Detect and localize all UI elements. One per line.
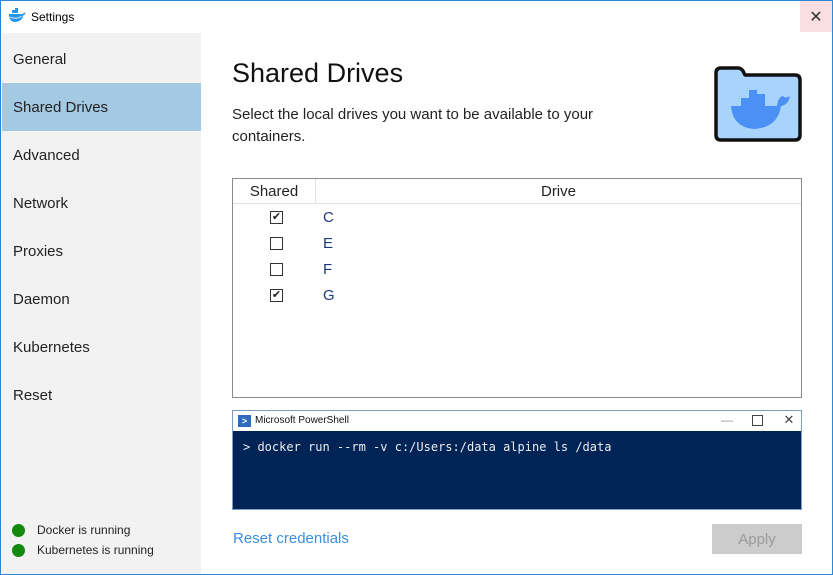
drive-letter: G xyxy=(323,287,335,304)
sidebar-item-daemon[interactable]: Daemon xyxy=(2,275,201,323)
window-title: Settings xyxy=(31,10,75,24)
title-bar: Settings ✕ xyxy=(1,1,832,32)
page-title: Shared Drives xyxy=(232,58,404,88)
apply-button[interactable]: Apply xyxy=(712,524,802,554)
table-row: ✔ G xyxy=(233,283,801,309)
share-checkbox-f[interactable] xyxy=(270,263,283,276)
maximize-icon[interactable] xyxy=(752,415,763,426)
drive-letter: F xyxy=(323,261,333,278)
share-checkbox-c[interactable]: ✔ xyxy=(270,211,283,224)
close-icon[interactable]: ✕ xyxy=(781,412,797,428)
table-row: E xyxy=(233,231,801,257)
sidebar: General Shared Drives Advanced Network P… xyxy=(2,33,201,574)
close-icon: ✕ xyxy=(809,8,823,26)
kubernetes-status: Kubernetes is running xyxy=(12,543,154,557)
column-header-drive[interactable]: Drive xyxy=(316,179,801,204)
shared-drives-table: Shared Drive ✔ C E F ✔ G xyxy=(232,178,802,398)
powershell-command: > docker run --rm -v c:/Users:/data alpi… xyxy=(243,440,612,454)
powershell-window: > Microsoft PowerShell — ✕ > docker run … xyxy=(232,410,802,510)
share-checkbox-e[interactable] xyxy=(270,237,283,250)
sidebar-item-label: Proxies xyxy=(13,242,64,260)
sidebar-item-label: Shared Drives xyxy=(13,98,109,116)
docker-folder-icon xyxy=(714,66,802,142)
drive-letter: E xyxy=(323,235,334,252)
column-header-shared[interactable]: Shared xyxy=(233,179,316,204)
sidebar-item-label: Daemon xyxy=(13,290,70,308)
reset-credentials-link[interactable]: Reset credentials xyxy=(233,530,349,547)
table-header: Shared Drive xyxy=(233,179,801,204)
status-text: Docker is running xyxy=(37,523,131,537)
checkmark-icon: ✔ xyxy=(271,289,282,301)
docker-status: Docker is running xyxy=(12,523,130,537)
sidebar-item-network[interactable]: Network xyxy=(2,179,201,227)
status-dot-icon xyxy=(12,543,25,557)
sidebar-item-advanced[interactable]: Advanced xyxy=(2,131,201,179)
sidebar-item-proxies[interactable]: Proxies xyxy=(2,227,201,275)
page-description: Select the local drives you want to be a… xyxy=(232,106,594,145)
sidebar-item-reset[interactable]: Reset xyxy=(2,371,201,419)
powershell-icon: > xyxy=(238,415,251,427)
sidebar-item-label: Reset xyxy=(13,386,53,404)
sidebar-item-label: Network xyxy=(13,194,69,212)
window-close-button[interactable]: ✕ xyxy=(800,1,832,32)
share-checkbox-g[interactable]: ✔ xyxy=(270,289,283,302)
docker-whale-icon xyxy=(9,8,26,22)
drive-letter: C xyxy=(323,209,334,226)
sidebar-item-shared-drives[interactable]: Shared Drives xyxy=(2,83,201,131)
table-row: ✔ C xyxy=(233,205,801,231)
powershell-title: Microsoft PowerShell xyxy=(255,415,349,426)
sidebar-item-label: Kubernetes xyxy=(13,338,90,356)
sidebar-item-label: Advanced xyxy=(13,146,80,164)
sidebar-item-kubernetes[interactable]: Kubernetes xyxy=(2,323,201,371)
powershell-title-bar: > Microsoft PowerShell — ✕ xyxy=(233,411,801,431)
table-row: F xyxy=(233,257,801,283)
checkmark-icon: ✔ xyxy=(271,211,282,223)
minimize-icon[interactable]: — xyxy=(719,413,735,429)
status-dot-icon xyxy=(12,523,25,537)
main-panel: Shared Drives Select the local drives yo… xyxy=(201,33,832,574)
settings-window: Settings ✕ General Shared Drives Advance… xyxy=(0,0,833,575)
status-text: Kubernetes is running xyxy=(37,543,154,557)
sidebar-item-label: General xyxy=(13,50,67,68)
sidebar-item-general[interactable]: General xyxy=(2,35,201,83)
